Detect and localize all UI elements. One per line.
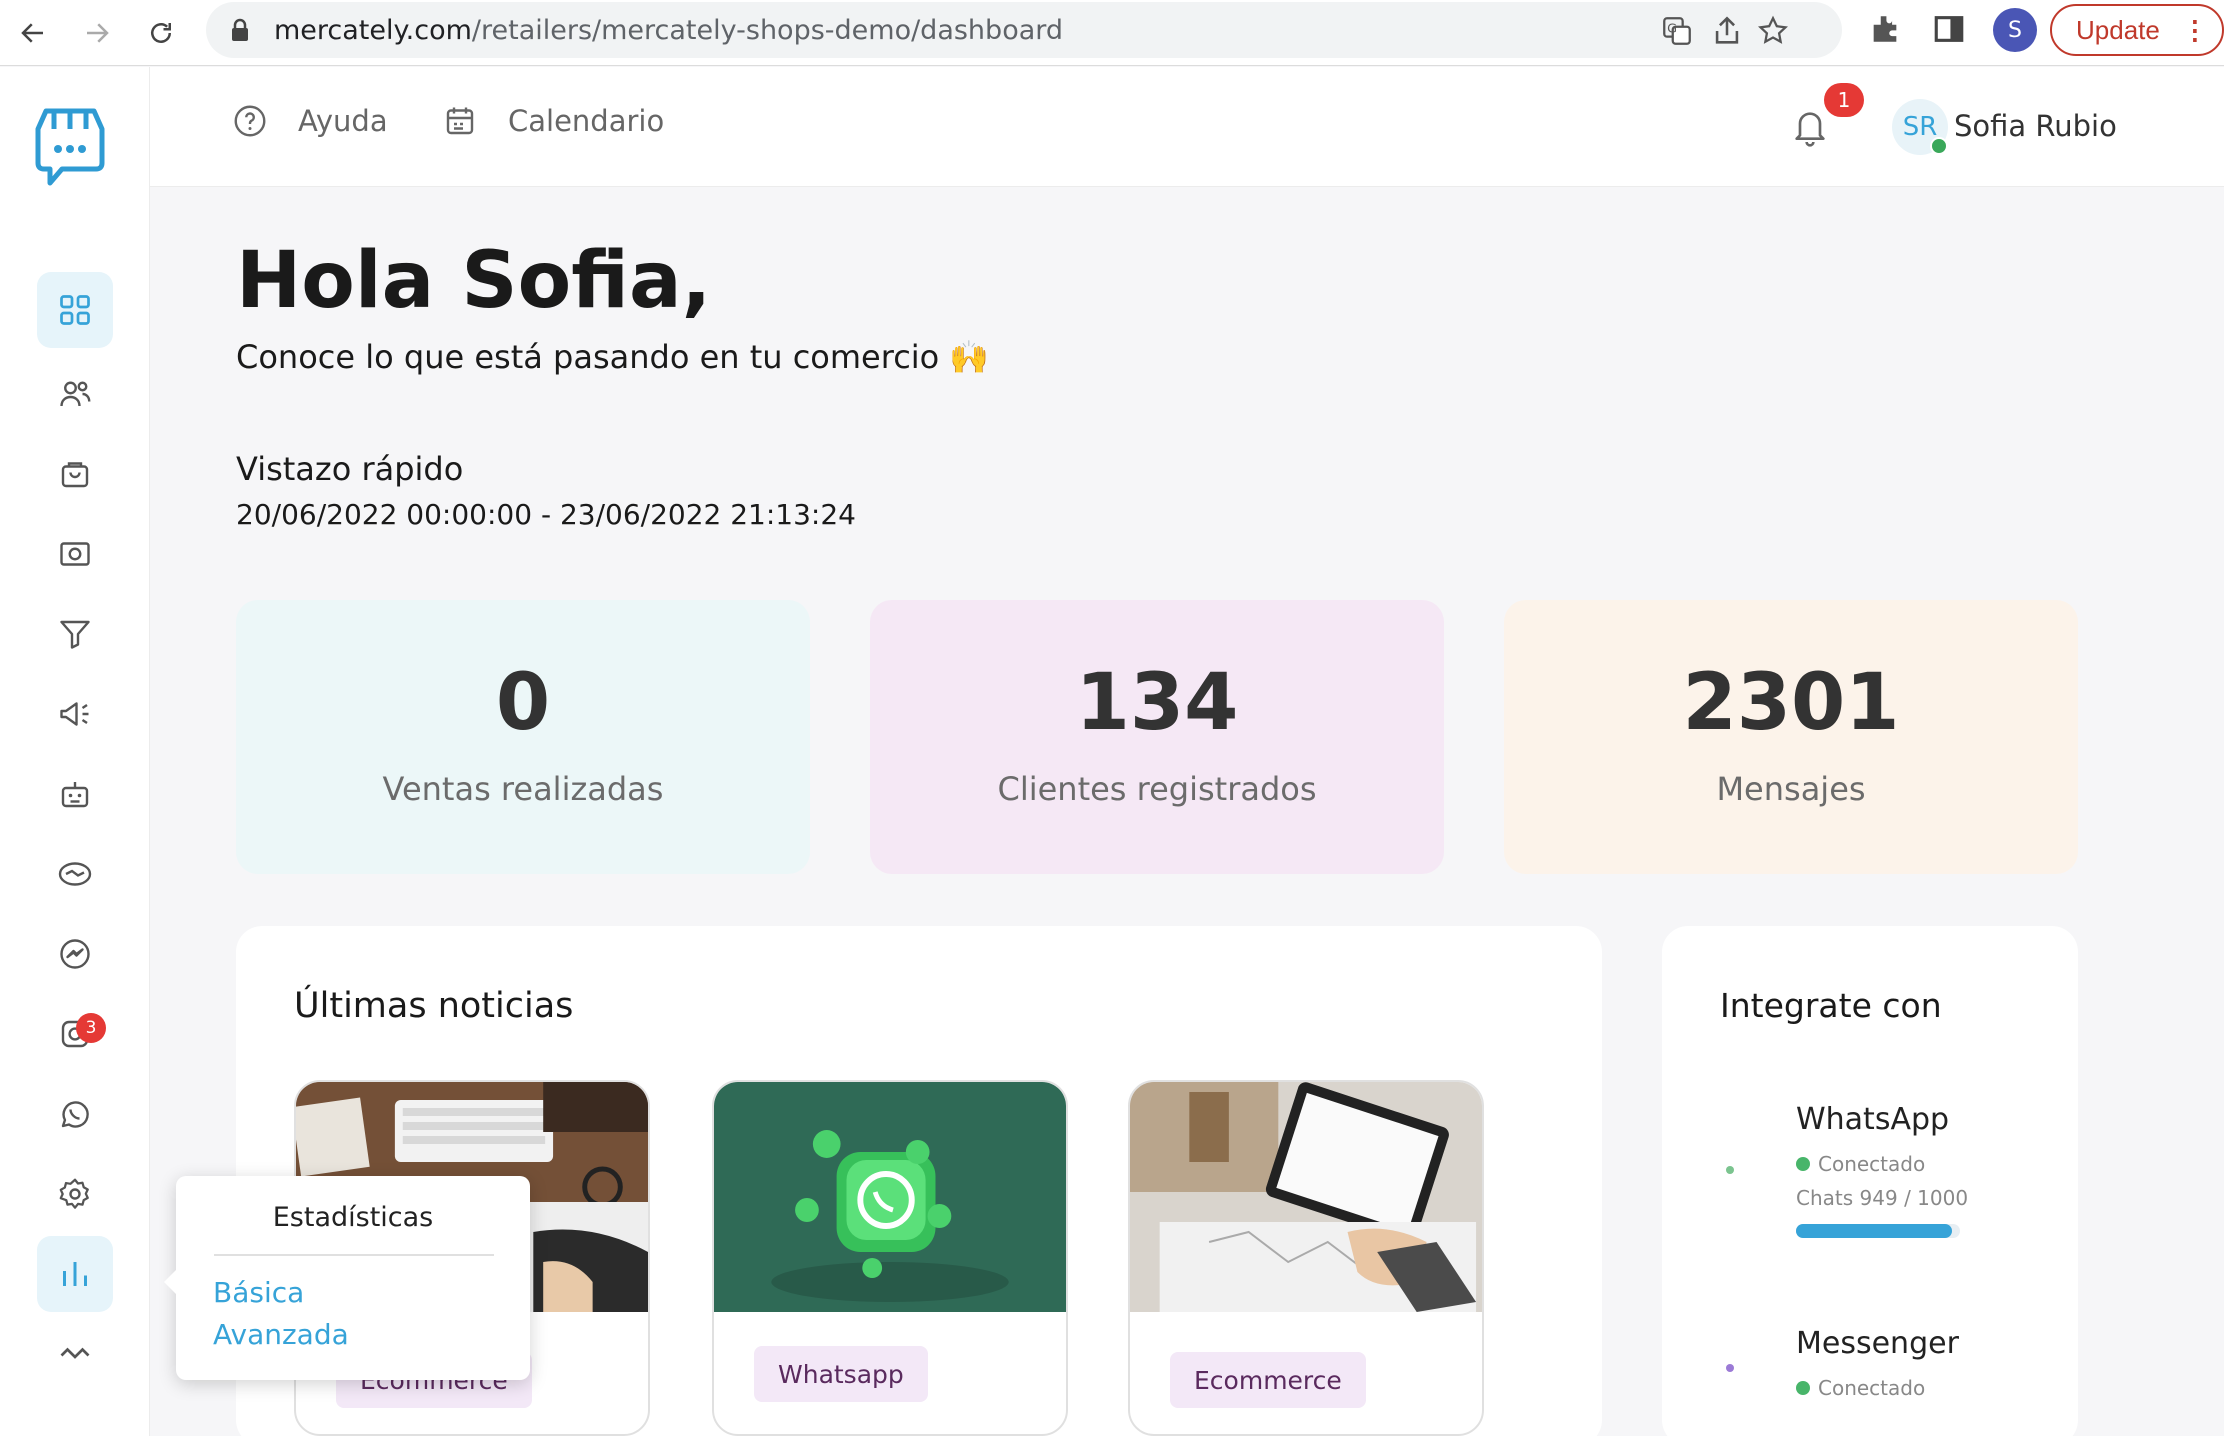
funnel-icon (60, 620, 90, 649)
chats-progress-fill (1796, 1224, 1952, 1238)
svg-text:G: G (1667, 21, 1677, 36)
sidebar-item-chatbots[interactable] (37, 756, 113, 832)
news-tag: Whatsapp (754, 1346, 928, 1402)
sidebar-item-campaigns[interactable] (37, 676, 113, 752)
sidebar-item-statistics[interactable] (37, 1236, 113, 1312)
arrow-right-icon (87, 23, 109, 43)
integration-name: Messenger (1796, 1326, 1959, 1361)
status-dot (1796, 1381, 1810, 1395)
statistics-basic-link[interactable]: Básica (213, 1276, 304, 1309)
side-panel-icon[interactable] (1932, 12, 1966, 46)
news-card[interactable]: Whatsapp (712, 1080, 1068, 1436)
chats-usage: Chats 949 / 1000 (1796, 1186, 1969, 1210)
quick-view-title: Vistazo rápido (236, 450, 464, 488)
sidebar-item-dashboard[interactable] (37, 272, 113, 348)
quick-view-date-range: 20/06/2022 00:00:00 - 23/06/2022 21:13:2… (236, 498, 856, 531)
shopping-bag-icon (61, 462, 89, 488)
users-icon (60, 381, 91, 407)
star-icon[interactable] (1756, 14, 1790, 48)
extensions-icon[interactable] (1868, 12, 1902, 46)
stat-card-sales: 0 Ventas realizadas (236, 600, 810, 874)
cash-icon (60, 542, 90, 566)
share-icon[interactable] (1710, 14, 1744, 48)
messenger-icon (1726, 1364, 1734, 1372)
address-bar[interactable]: mercately.com/retailers/mercately-shops-… (206, 2, 1842, 58)
calendar-icon (446, 107, 474, 135)
stat-value: 134 (1075, 658, 1239, 748)
news-image-tablet (1130, 1082, 1482, 1312)
browser-toolbar: mercately.com/retailers/mercately-shops-… (0, 0, 2224, 66)
online-status-dot (1930, 137, 1948, 155)
dashboard-icon (60, 295, 90, 325)
update-button[interactable]: Update ⋮ (2050, 4, 2224, 56)
integration-status: Conectado (1796, 1376, 1925, 1400)
sidebar-item-messenger[interactable] (37, 916, 113, 992)
calendar-link[interactable]: Calendario (442, 103, 664, 139)
chats-progress-bar (1796, 1224, 1960, 1238)
sidebar-item-payments[interactable] (37, 516, 113, 592)
stat-label: Ventas realizadas (382, 770, 664, 808)
stat-value: 2301 (1682, 658, 1900, 748)
sidebar-item-deals[interactable] (37, 836, 113, 912)
stat-label: Mensajes (1716, 770, 1866, 808)
robot-icon (61, 782, 89, 808)
news-card[interactable]: Ecommerce (1128, 1080, 1484, 1436)
sidebar-item-settings[interactable] (37, 1156, 113, 1232)
help-icon (234, 105, 266, 137)
lock-icon (232, 18, 248, 41)
browser-profile-avatar[interactable]: S (1993, 8, 2037, 52)
reload-button[interactable] (136, 8, 186, 58)
statistics-popover: Estadísticas Básica Avanzada (164, 1176, 530, 1380)
sidebar-item-integrations[interactable] (37, 1316, 113, 1392)
help-link[interactable]: Ayuda (232, 103, 388, 139)
sidebar-item-funnels[interactable] (37, 596, 113, 672)
divider (214, 1254, 494, 1256)
reload-icon (151, 23, 171, 43)
help-label: Ayuda (298, 104, 388, 138)
whatsapp-icon (1726, 1166, 1734, 1174)
sidebar-item-whatsapp[interactable] (37, 1076, 113, 1152)
translate-icon[interactable]: G (1660, 14, 1694, 48)
megaphone-icon (60, 702, 89, 726)
messenger-icon (60, 939, 90, 969)
sidebar-item-customers[interactable] (37, 356, 113, 432)
page-subtitle: Conoce lo que está pasando en tu comerci… (236, 338, 990, 376)
handshake-icon (58, 862, 92, 886)
news-tag: Ecommerce (1170, 1352, 1366, 1408)
integration-status: Conectado (1796, 1152, 1925, 1176)
gear-icon (59, 1178, 89, 1209)
mercately-logo[interactable] (32, 105, 108, 187)
bell-icon[interactable] (1790, 105, 1830, 149)
statistics-advanced-link[interactable]: Avanzada (213, 1318, 349, 1351)
status-dot (1796, 1157, 1810, 1171)
notification-badge: 1 (1824, 83, 1864, 117)
news-image-whatsapp (714, 1082, 1066, 1312)
forward-button[interactable] (72, 8, 122, 58)
whatsapp-icon (61, 1101, 89, 1128)
user-menu[interactable]: Sofia Rubio (1954, 109, 2117, 143)
url-text: mercately.com/retailers/mercately-shops-… (274, 15, 1064, 46)
page-title: Hola Sofia, (236, 236, 712, 326)
bar-chart-icon (63, 1262, 87, 1286)
news-title: Últimas noticias (294, 986, 574, 1026)
stat-card-customers: 134 Clientes registrados (870, 600, 1444, 874)
stat-value: 0 (495, 658, 551, 748)
stat-card-messages: 2301 Mensajes (1504, 600, 2078, 874)
popover-title: Estadísticas (272, 1202, 434, 1233)
top-header: Ayuda Calendario 1 SR Sofia Rubio (150, 67, 2224, 187)
more-icon: ⋮ (2181, 14, 2208, 45)
sidebar-item-orders[interactable] (37, 436, 113, 512)
back-button[interactable] (8, 8, 58, 58)
arrow-left-icon (21, 23, 43, 43)
calendar-label: Calendario (508, 104, 665, 138)
integrations-title: Integrate con (1720, 986, 1942, 1025)
whatsapp-badge: 3 (76, 1013, 106, 1043)
activity-icon (60, 1347, 90, 1359)
stat-label: Clientes registrados (997, 770, 1317, 808)
integration-name: WhatsApp (1796, 1102, 1950, 1137)
